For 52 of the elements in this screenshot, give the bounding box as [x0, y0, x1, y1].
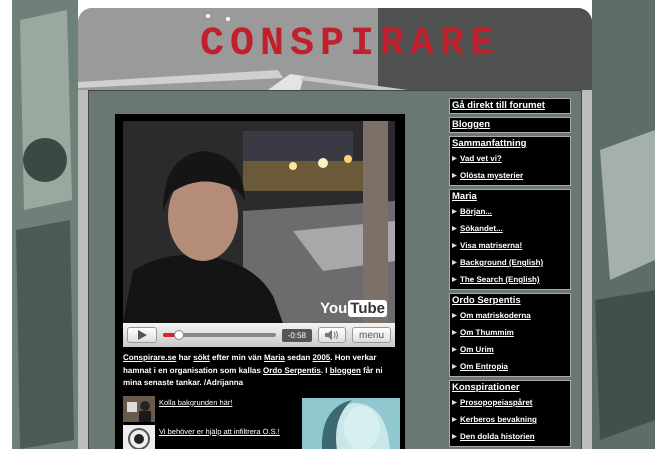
menu-link[interactable]: Om Urim [460, 345, 494, 354]
bullet-icon [452, 226, 457, 231]
play-button[interactable] [127, 327, 157, 343]
bullet-icon [452, 434, 457, 439]
menu-link[interactable]: The Search (English) [460, 275, 540, 284]
text-link[interactable]: bloggen [330, 366, 361, 374]
menu-link[interactable]: Om Thummim [460, 328, 514, 337]
menu-link[interactable]: Början... [460, 207, 492, 216]
section-link[interactable]: Maria [452, 191, 477, 203]
section-link[interactable]: Bloggen [452, 119, 490, 131]
progress-handle[interactable] [174, 330, 184, 340]
text-link[interactable]: Conspirare.se [123, 353, 176, 362]
menu-link[interactable]: Om matriskoderna [460, 311, 531, 320]
menu-link[interactable]: Om Entropia [460, 362, 508, 371]
intro-text: Conspirare.se har sökt efter min vän Maria sedan 2005. Hon verkar hamnat i en organisation som kallas Ordo Serpentis. I bloggen får ni mina senaste tankar. /Adrijanna [123, 352, 384, 389]
menu-link[interactable]: Olösta mysterier [460, 171, 524, 180]
bullet-icon [452, 277, 457, 282]
section-link[interactable]: Konspirationer [452, 382, 520, 394]
menu-button[interactable]: menu [352, 327, 391, 343]
menu-link[interactable]: Prosopopeiaspåret [460, 398, 532, 407]
bullet-icon [452, 243, 457, 248]
bullet-icon [452, 417, 457, 422]
text-link[interactable]: sökt [193, 353, 210, 362]
bullet-icon [452, 313, 457, 318]
text-link[interactable]: Maria [264, 353, 285, 362]
bullet-icon [452, 330, 457, 335]
section-link[interactable]: Sammanfattning [452, 138, 526, 150]
bullet-icon [452, 347, 457, 352]
play-icon [137, 330, 147, 340]
bullet-icon [452, 209, 457, 214]
menu-link[interactable]: Vad vet vi? [460, 154, 502, 163]
menu-link[interactable]: Visa matriserna! [460, 241, 522, 250]
emblem-icon [123, 424, 155, 449]
bullet-icon [452, 173, 457, 178]
youtube-logo: You Tube [320, 300, 387, 317]
section-link[interactable]: Gå direkt till forumet [452, 100, 545, 112]
menu-link[interactable]: Sökandet... [460, 224, 503, 233]
menu-link[interactable]: Background (English) [460, 258, 544, 267]
bullet-icon [452, 364, 457, 369]
video-player[interactable]: You Tube -0:58 menu [123, 121, 395, 347]
bullet-icon [452, 260, 457, 265]
text-link[interactable]: Ordo Serpentis [263, 366, 321, 374]
section-link[interactable]: Ordo Serpentis [452, 295, 521, 307]
volume-button[interactable] [318, 327, 346, 343]
time-remaining: -0:58 [282, 328, 312, 342]
text-link[interactable]: 2005 [312, 353, 330, 362]
speaker-icon [324, 330, 339, 340]
bullet-icon [452, 400, 457, 405]
progress-bar[interactable] [163, 333, 276, 337]
bullet-icon [452, 156, 457, 161]
menu-link[interactable]: Den dolda historien [460, 432, 535, 441]
menu-link[interactable]: Kerberos bevakning [460, 415, 537, 424]
